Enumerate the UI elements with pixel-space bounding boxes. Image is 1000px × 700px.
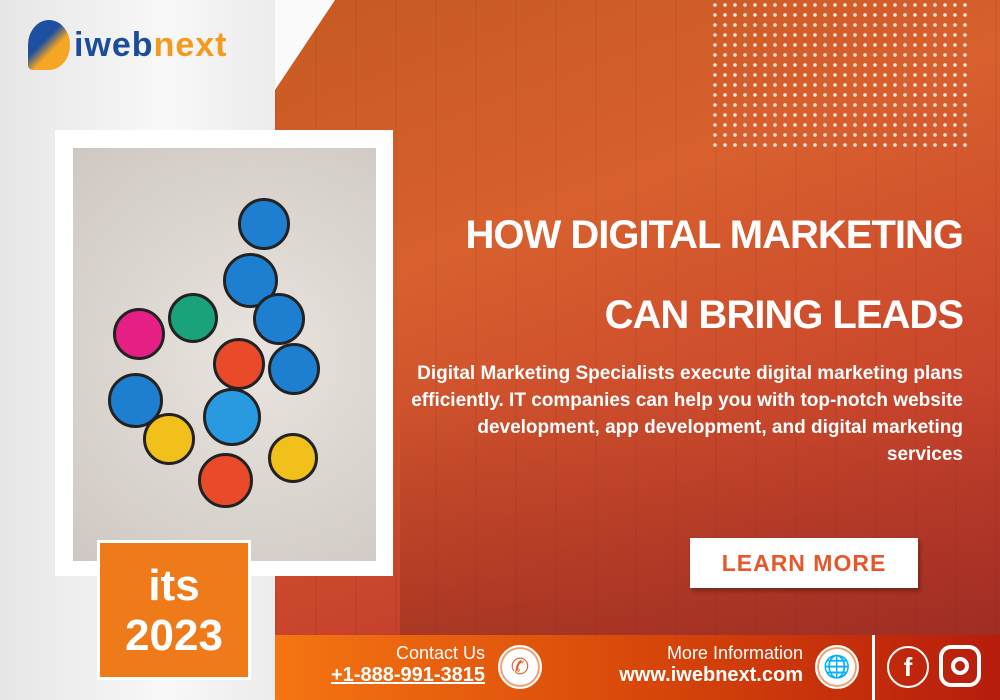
website-link[interactable]: www.iwebnext.com	[619, 664, 803, 687]
social-bubble	[113, 308, 165, 360]
body-text: Digital Marketing Specialists execute di…	[411, 363, 963, 465]
info-block: More Information www.iwebnext.com	[619, 643, 803, 687]
phone-link[interactable]: +1-888-991-3815	[331, 664, 485, 687]
social-bubble	[268, 433, 318, 483]
social-bubble	[198, 453, 253, 508]
social-bubble	[253, 293, 305, 345]
social-bubble	[143, 413, 195, 465]
dot-pattern	[710, 0, 970, 150]
logo-mark-icon	[28, 20, 70, 70]
divider	[872, 635, 875, 700]
social-bubble	[213, 338, 265, 390]
headline-line2: CAN BRING LEADS	[604, 293, 964, 337]
badge-line1: its	[148, 561, 200, 610]
logo[interactable]: iwebnext	[28, 20, 228, 70]
footer-bar: Contact Us +1-888-991-3815 ✆ More Inform…	[275, 635, 1000, 700]
social-bubble	[203, 388, 261, 446]
contact-label: Contact Us	[395, 643, 485, 663]
social-bubble	[168, 293, 218, 343]
year-badge: its 2023	[97, 540, 251, 680]
phone-icon[interactable]: ✆	[498, 645, 542, 689]
learn-more-button[interactable]: LEARN MORE	[690, 538, 918, 588]
headline-line1: HOW DIGITAL MARKETING	[465, 213, 964, 257]
social-bubble	[268, 343, 320, 395]
contact-block: Contact Us +1-888-991-3815	[331, 643, 485, 687]
facebook-icon[interactable]: f	[887, 646, 929, 688]
badge-line2: 2023	[125, 611, 223, 660]
social-bubble	[238, 198, 290, 250]
logo-text: iwebnext	[74, 25, 228, 64]
globe-icon[interactable]: 🌐	[815, 645, 859, 689]
instagram-icon[interactable]	[939, 645, 981, 687]
headline: HOW DIGITAL MARKETING CAN BRING LEADS	[380, 195, 964, 355]
team-photo	[73, 148, 376, 561]
info-label: More Information	[666, 643, 803, 663]
